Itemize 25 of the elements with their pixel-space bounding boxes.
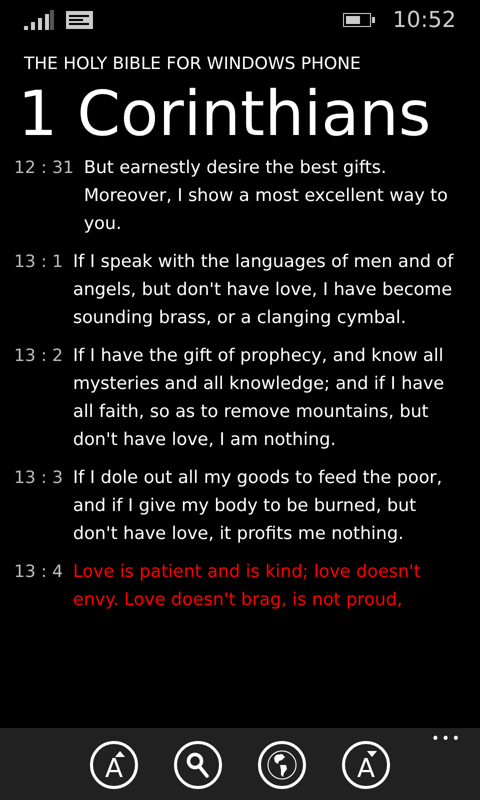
signal-icon	[24, 10, 54, 30]
message-icon	[66, 11, 93, 29]
triangle-up-icon	[115, 751, 125, 757]
verse-reference: 13 : 3	[14, 467, 63, 490]
clock-time: 10:52	[392, 6, 456, 34]
book-title: 1 Corinthians	[17, 76, 432, 152]
font-increase-button[interactable]: A	[90, 741, 138, 789]
search-icon	[186, 752, 210, 778]
more-button[interactable]: •••	[431, 732, 462, 746]
app-title: THE HOLY BIBLE FOR WINDOWS PHONE	[23, 53, 362, 76]
verse-text[interactable]: Love is patient and is kind; love doesn't envy. Love doesn't brag, is not proud,	[72, 558, 464, 614]
globe-button[interactable]	[258, 741, 306, 789]
search-button[interactable]	[174, 741, 222, 789]
verse-reference: 12 : 31	[14, 157, 74, 180]
triangle-down-icon	[367, 751, 377, 757]
verse-reference: 13 : 1	[14, 251, 63, 274]
verse-text[interactable]: But earnestly desire the best gifts. Moreover, I show a most excellent way to you.	[84, 154, 464, 238]
verse-text[interactable]: If I speak with the languages of men and of angels, but don't have love, I have become sounding brass, or a clanging cymbal.	[72, 248, 464, 332]
verse-reference: 13 : 2	[14, 345, 63, 368]
battery-icon	[342, 13, 375, 27]
verse-text[interactable]: If I dole out all my goods to feed the poor, and if I give my body to be burned, but don't have love, it profits me nothing.	[72, 464, 464, 548]
font-decrease-button[interactable]: A	[342, 741, 390, 789]
verse-reference: 13 : 4	[14, 561, 63, 584]
globe-icon	[266, 749, 298, 781]
verse-text[interactable]: If I have the gift of prophecy, and know all mysteries and all knowledge; and if I have all faith, so as to remove mountains, but don't have love, I am nothing.	[72, 342, 464, 454]
